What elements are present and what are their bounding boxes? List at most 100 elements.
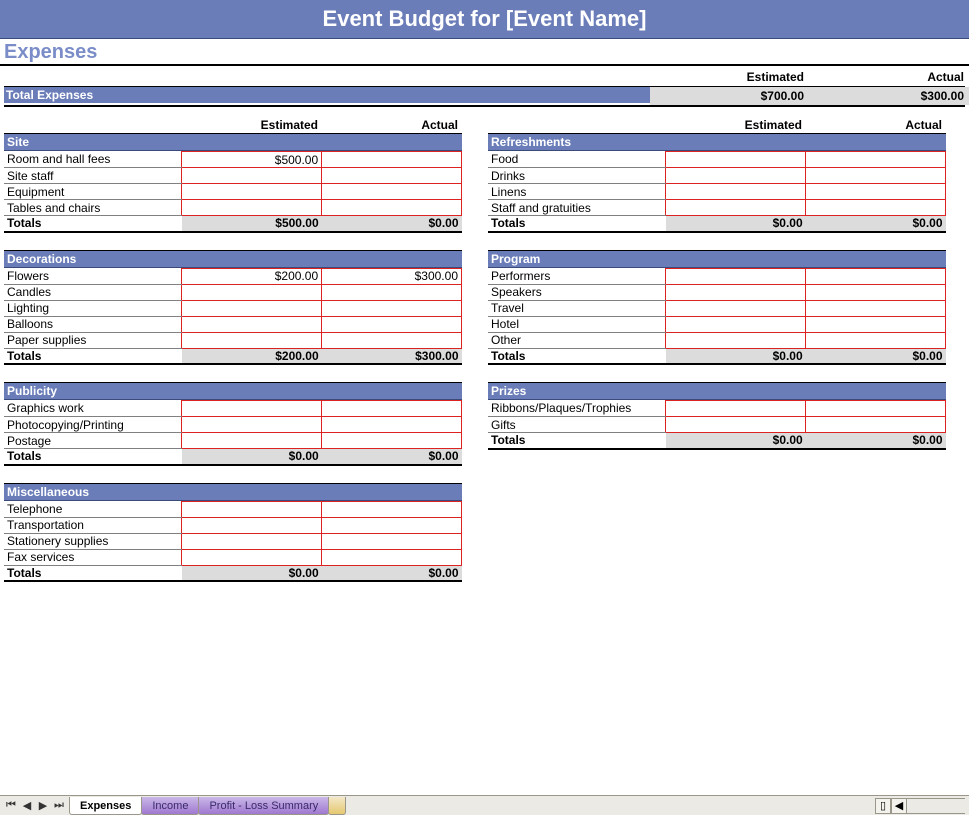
- cell-estimated[interactable]: [182, 549, 322, 565]
- hscroll-track[interactable]: [907, 798, 965, 814]
- cell-estimated[interactable]: [182, 168, 322, 184]
- cell-actual[interactable]: [806, 152, 946, 168]
- cell-actual[interactable]: [322, 533, 462, 549]
- cell-estimated[interactable]: [666, 200, 806, 216]
- cell-actual[interactable]: [322, 152, 462, 168]
- col-header-actual: Actual: [806, 117, 946, 133]
- cell-estimated[interactable]: [666, 268, 806, 284]
- hscroll-divider[interactable]: ▯: [875, 798, 891, 814]
- totals-label: Totals: [4, 449, 182, 465]
- cell-estimated[interactable]: [182, 417, 322, 433]
- table-row: Other: [488, 332, 946, 348]
- cell-actual[interactable]: [806, 184, 946, 200]
- row-label: Other: [488, 332, 666, 348]
- table-row: Site staff: [4, 168, 462, 184]
- tab-insert[interactable]: [328, 797, 346, 815]
- row-label: Ribbons/Plaques/Trophies: [488, 401, 666, 417]
- cell-actual[interactable]: [322, 316, 462, 332]
- col-header-estimated: Estimated: [650, 68, 810, 86]
- cell-actual[interactable]: [322, 300, 462, 316]
- cell-estimated[interactable]: $500.00: [182, 152, 322, 168]
- cell-actual[interactable]: [806, 168, 946, 184]
- cell-actual[interactable]: [806, 200, 946, 216]
- cell-estimated[interactable]: [666, 316, 806, 332]
- row-label: Balloons: [4, 316, 182, 332]
- cell-actual[interactable]: [322, 332, 462, 348]
- cell-actual[interactable]: [322, 417, 462, 433]
- table-row: Travel: [488, 300, 946, 316]
- cell-estimated[interactable]: $200.00: [182, 268, 322, 284]
- category-block: ProgramPerformersSpeakersTravelHotelOthe…: [488, 247, 946, 366]
- cell-estimated[interactable]: [182, 300, 322, 316]
- tab-nav-next[interactable]: ▶: [36, 799, 50, 813]
- cell-estimated[interactable]: [666, 332, 806, 348]
- tab-nav-prev[interactable]: ◀: [20, 799, 34, 813]
- cell-actual[interactable]: [806, 332, 946, 348]
- cell-estimated[interactable]: [666, 284, 806, 300]
- cell-actual[interactable]: [322, 517, 462, 533]
- row-label: Site staff: [4, 168, 182, 184]
- cell-estimated[interactable]: [182, 401, 322, 417]
- totals-label: Totals: [488, 216, 666, 232]
- cell-estimated[interactable]: [182, 533, 322, 549]
- cell-actual[interactable]: [806, 401, 946, 417]
- cell-actual[interactable]: [322, 501, 462, 517]
- cell-actual[interactable]: [322, 184, 462, 200]
- cell-estimated[interactable]: [182, 284, 322, 300]
- tab-profit-loss[interactable]: Profit - Loss Summary: [198, 797, 329, 815]
- cell-estimated[interactable]: [666, 417, 806, 433]
- cell-estimated[interactable]: [182, 316, 322, 332]
- cell-estimated[interactable]: [182, 517, 322, 533]
- cell-actual[interactable]: [806, 417, 946, 433]
- category-totals-row: Totals$500.00$0.00: [4, 216, 462, 232]
- totals-estimated: $0.00: [666, 348, 806, 364]
- col-header-actual: Actual: [322, 117, 462, 133]
- cell-estimated[interactable]: [182, 433, 322, 449]
- category-title: Publicity: [4, 383, 462, 400]
- category-block: EstimatedActualSiteRoom and hall fees$50…: [4, 117, 462, 233]
- cell-estimated[interactable]: [182, 501, 322, 517]
- hscroll-left[interactable]: ◀: [891, 798, 907, 814]
- cell-estimated[interactable]: [666, 152, 806, 168]
- cell-actual[interactable]: [322, 549, 462, 565]
- section-heading: Expenses: [0, 39, 969, 66]
- category-table: Room and hall fees$500.00Site staffEquip…: [4, 151, 462, 233]
- totals-estimated: $0.00: [666, 216, 806, 232]
- horizontal-scrollbar[interactable]: ▯ ◀: [875, 798, 969, 814]
- cell-actual[interactable]: [806, 300, 946, 316]
- table-row: Lighting: [4, 300, 462, 316]
- totals-actual: $0.00: [322, 565, 462, 581]
- total-expenses-actual: $300.00: [810, 87, 969, 105]
- cell-actual[interactable]: [322, 433, 462, 449]
- table-row: Staff and gratuities: [488, 200, 946, 216]
- cell-estimated[interactable]: [666, 168, 806, 184]
- tab-nav-last[interactable]: ⏭: [52, 799, 66, 813]
- category-title: Prizes: [488, 383, 946, 400]
- table-row: Tables and chairs: [4, 200, 462, 216]
- cell-estimated[interactable]: [666, 300, 806, 316]
- category-table: Flowers$200.00$300.00CandlesLightingBall…: [4, 268, 462, 366]
- cell-actual[interactable]: [322, 200, 462, 216]
- cell-estimated[interactable]: [182, 200, 322, 216]
- cell-actual[interactable]: $300.00: [322, 268, 462, 284]
- cell-actual[interactable]: [806, 316, 946, 332]
- cell-actual[interactable]: [806, 268, 946, 284]
- tab-income[interactable]: Income: [141, 797, 199, 815]
- tab-expenses[interactable]: Expenses: [69, 797, 142, 815]
- category-totals-row: Totals$0.00$0.00: [4, 565, 462, 581]
- cell-actual[interactable]: [322, 401, 462, 417]
- left-column: EstimatedActualSiteRoom and hall fees$50…: [4, 107, 462, 596]
- table-row: Stationery supplies: [4, 533, 462, 549]
- cell-estimated[interactable]: [182, 332, 322, 348]
- cell-estimated[interactable]: [666, 401, 806, 417]
- cell-actual[interactable]: [322, 168, 462, 184]
- cell-actual[interactable]: [322, 284, 462, 300]
- table-row: Postage: [4, 433, 462, 449]
- cell-estimated[interactable]: [182, 184, 322, 200]
- row-label: Fax services: [4, 549, 182, 565]
- row-label: Paper supplies: [4, 332, 182, 348]
- cell-actual[interactable]: [806, 284, 946, 300]
- row-label: Hotel: [488, 316, 666, 332]
- cell-estimated[interactable]: [666, 184, 806, 200]
- tab-nav-first[interactable]: ⏮: [4, 799, 18, 813]
